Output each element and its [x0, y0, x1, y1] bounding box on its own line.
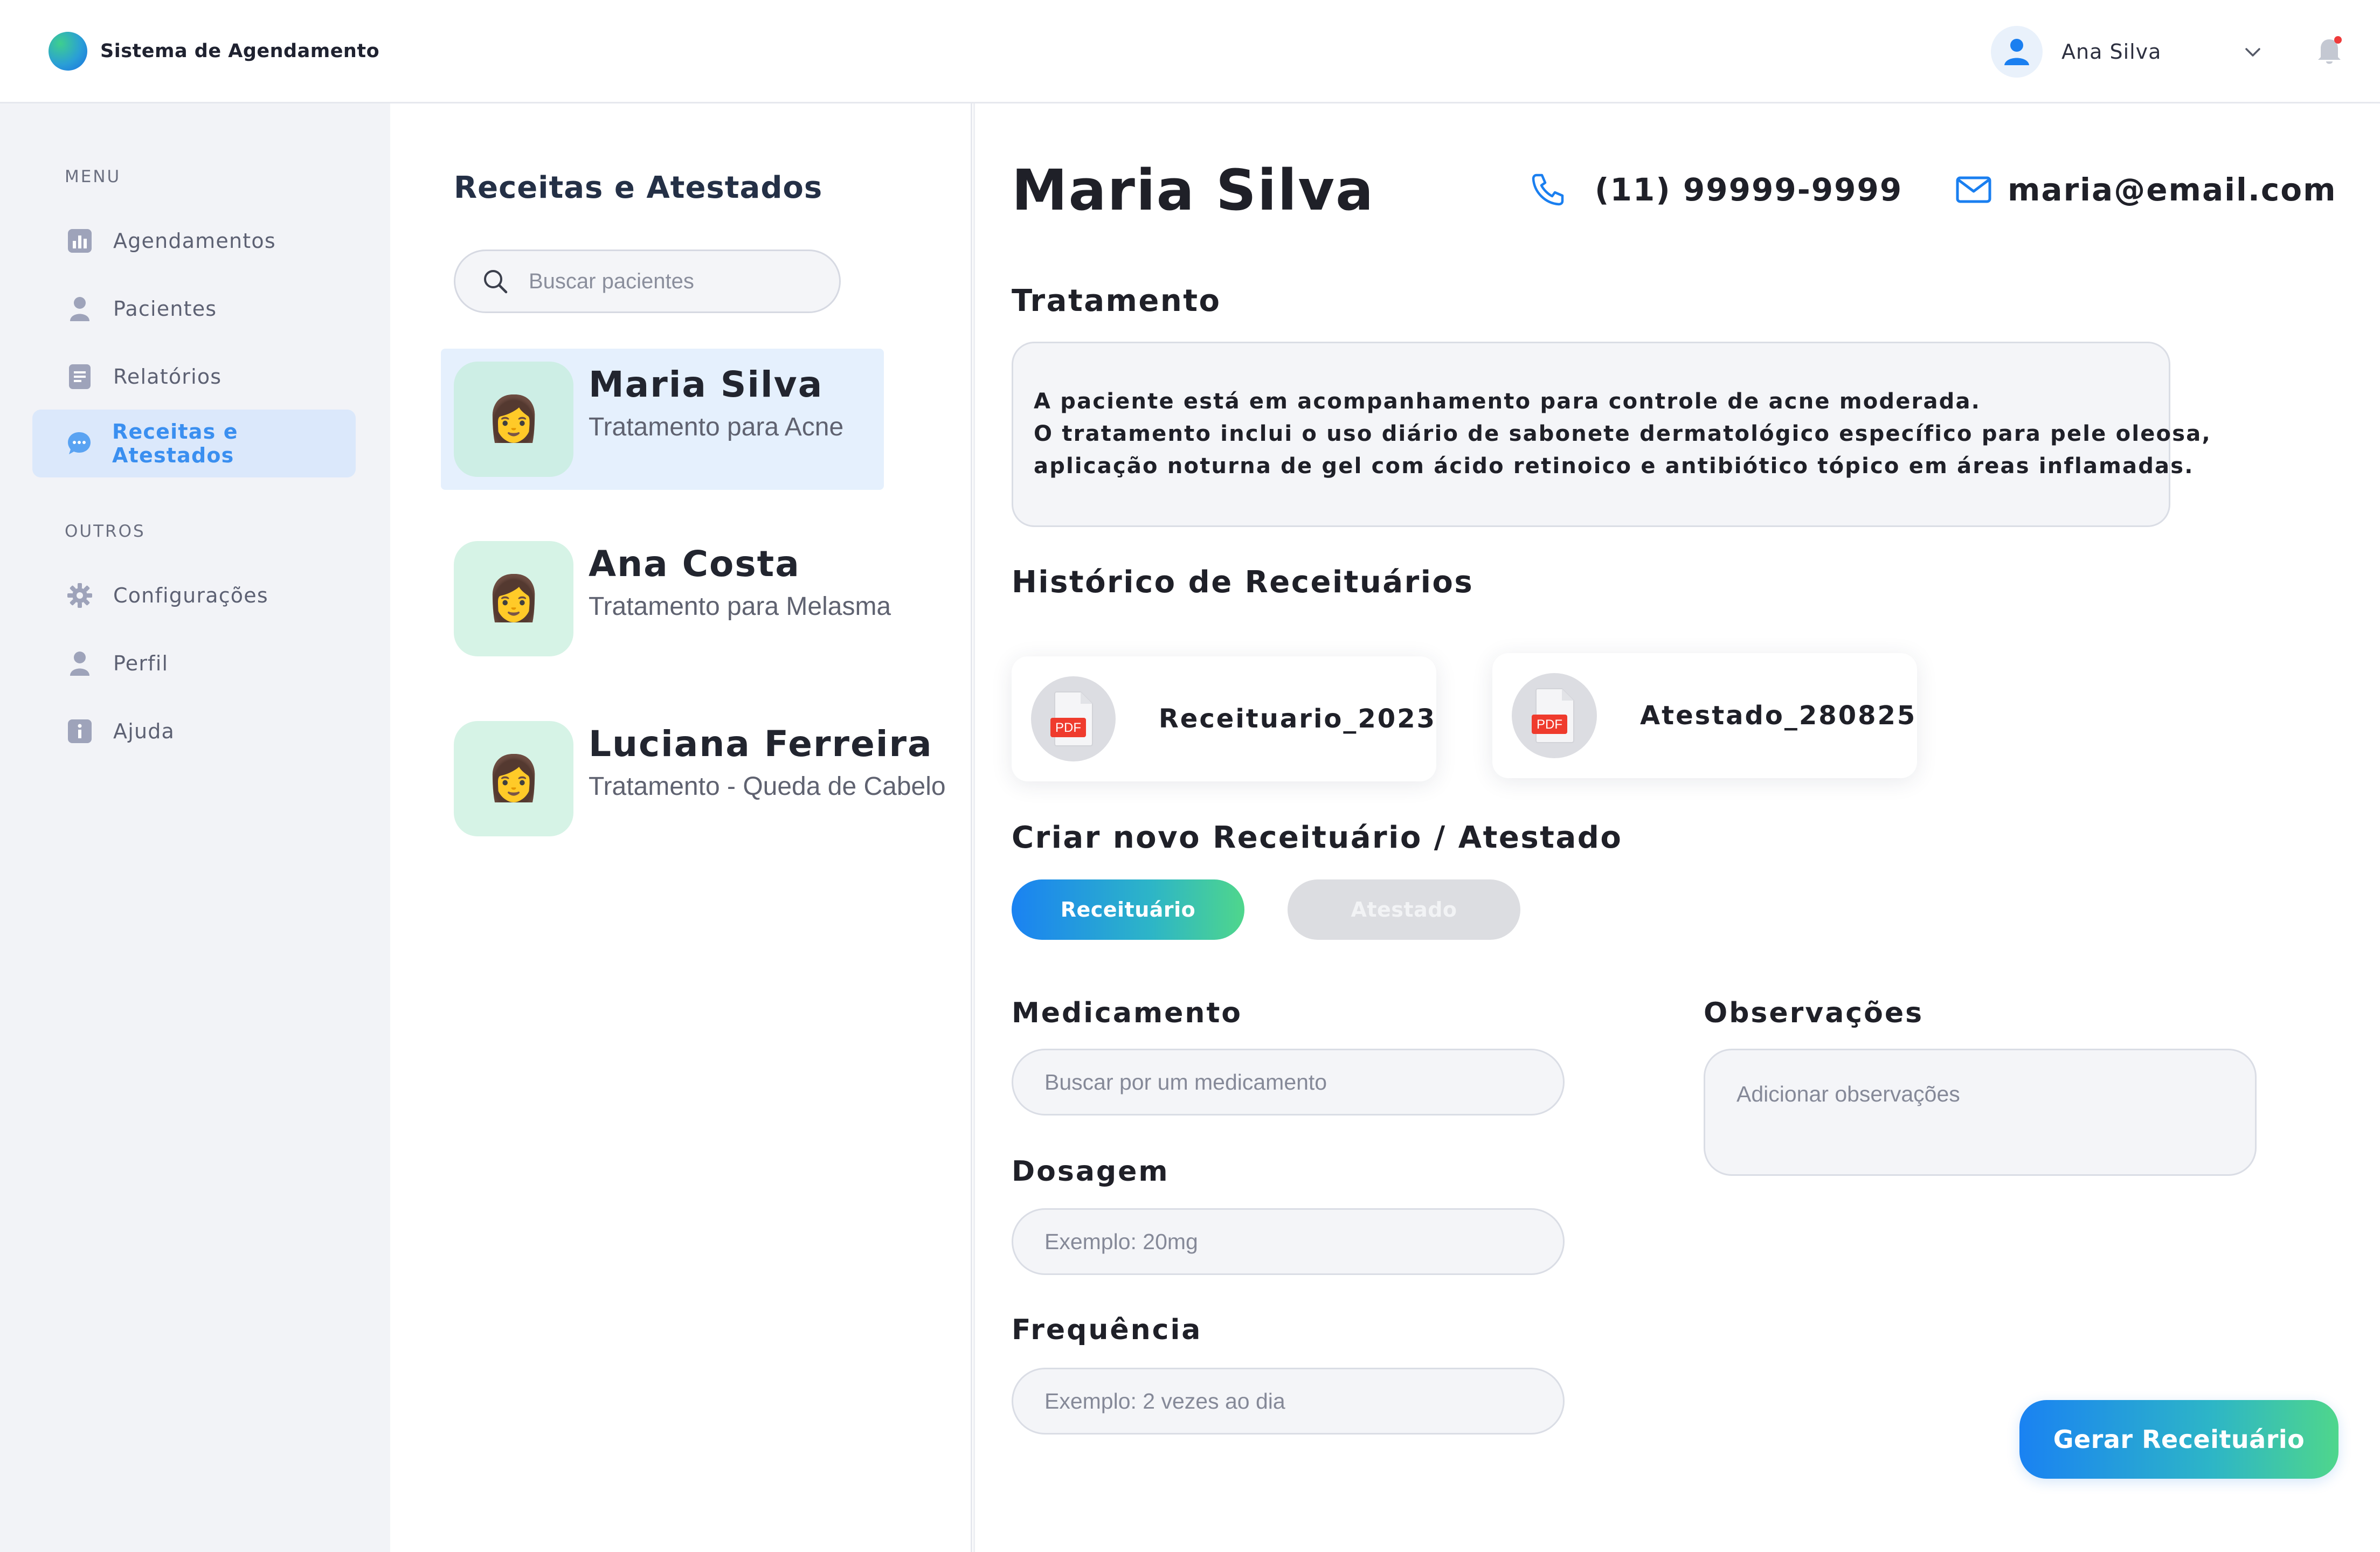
- generate-prescription-button[interactable]: Gerar Receituário: [2019, 1400, 2339, 1479]
- avatar: 👩: [454, 721, 573, 836]
- patient-name-heading: Maria Silva: [1012, 157, 1375, 223]
- avatar: 👩: [454, 541, 573, 656]
- sidebar-item-label: Perfil: [113, 652, 169, 675]
- observations-field[interactable]: [1704, 1049, 2257, 1176]
- user-menu[interactable]: [1991, 25, 2043, 79]
- chevron-down-icon[interactable]: [2242, 44, 2264, 60]
- panel-title: Receitas e Atestados: [454, 170, 823, 205]
- user-icon: [67, 650, 93, 676]
- brand: Sistema de Agendamento: [0, 0, 390, 103]
- info-icon: [67, 718, 93, 744]
- document-card-receituario[interactable]: PDF Receituario_2023: [1012, 656, 1436, 781]
- treatment-line: A paciente está em acompanhamento para c…: [1034, 389, 1981, 414]
- sidebar-item-label: Configurações: [113, 584, 268, 607]
- sidebar-item-label: Receitas e Atestados: [112, 420, 238, 467]
- dosage-input[interactable]: [1044, 1229, 1563, 1255]
- document-name: Receituario_2023: [1158, 704, 1436, 734]
- sidebar-item-relatorios[interactable]: Relatórios: [32, 343, 356, 411]
- patient-item-ana-costa[interactable]: 👩 Ana Costa Tratamento para Melasma: [441, 528, 891, 669]
- document-icon: [67, 364, 93, 390]
- pdf-file-icon: PDF: [1512, 673, 1597, 758]
- sidebar-item-label: Relatórios: [113, 365, 222, 389]
- patient-list-panel: Receitas e Atestados 👩 Maria Silva Trata…: [390, 103, 972, 1552]
- treatment-description: A paciente está em acompanhamento para c…: [1012, 342, 2211, 527]
- frequency-input[interactable]: [1044, 1388, 1563, 1414]
- pdf-file-icon: PDF: [1031, 676, 1116, 761]
- sidebar-item-label: Pacientes: [113, 297, 217, 321]
- others-section-label: OUTROS: [65, 522, 146, 541]
- treatment-line: aplicação noturna de gel com ácido retin…: [1034, 454, 2194, 479]
- brand-name: Sistema de Agendamento: [100, 40, 380, 62]
- document-card-atestado[interactable]: PDF Atestado_280825: [1492, 653, 1917, 778]
- pdf-badge-label: PDF: [1537, 717, 1562, 732]
- tab-atestado[interactable]: Atestado: [1288, 879, 1520, 940]
- frequency-label: Frequência: [1012, 1314, 1202, 1346]
- sidebar-item-configuracoes[interactable]: Configurações: [32, 562, 356, 629]
- mail-icon: [1956, 176, 1991, 203]
- patient-treatment: Tratamento - Queda de Cabelo: [589, 772, 946, 801]
- dosage-label: Dosagem: [1012, 1155, 1170, 1188]
- user-name[interactable]: Ana Silva: [2061, 40, 2161, 64]
- top-header: Sistema de Agendamento Ana Silva: [0, 0, 2380, 103]
- menu-section-label: MENU: [65, 167, 121, 186]
- search-input[interactable]: [529, 269, 809, 294]
- patient-name: Luciana Ferreira: [589, 723, 933, 765]
- patient-name: Ana Costa: [589, 543, 800, 585]
- email-address: maria@email.com: [2008, 171, 2337, 208]
- create-title: Criar novo Receituário / Atestado: [1012, 820, 1623, 855]
- gear-icon: [67, 583, 93, 608]
- medication-label: Medicamento: [1012, 997, 1243, 1029]
- patient-name: Maria Silva: [589, 364, 824, 405]
- medication-input[interactable]: [1044, 1069, 1563, 1095]
- chat-icon: [67, 431, 92, 456]
- chart-icon: [67, 228, 93, 254]
- patient-detail-panel: Maria Silva (11) 99999-9999 maria@email.…: [973, 103, 2380, 1552]
- sidebar-item-pacientes[interactable]: Pacientes: [32, 275, 356, 343]
- patient-item-maria-silva[interactable]: 👩 Maria Silva Tratamento para Acne: [441, 349, 884, 490]
- notification-bell-icon[interactable]: [2315, 34, 2343, 67]
- sidebar-item-receitas-e-atestados[interactable]: Receitas e Atestados: [32, 410, 356, 477]
- tab-receituario[interactable]: Receituário: [1012, 879, 1244, 940]
- user-icon: [67, 296, 93, 322]
- phone-icon: [1532, 174, 1564, 206]
- sidebar-item-perfil[interactable]: Perfil: [32, 629, 356, 697]
- history-title: Histórico de Receituários: [1012, 565, 1474, 600]
- document-name: Atestado_280825: [1640, 701, 1917, 731]
- avatar: 👩: [454, 362, 573, 477]
- search-icon: [484, 270, 508, 294]
- patient-search[interactable]: [454, 250, 841, 313]
- patient-treatment: Tratamento para Melasma: [589, 592, 891, 621]
- phone-number: (11) 99999-9999: [1595, 171, 1903, 208]
- observations-label: Observações: [1704, 997, 1924, 1029]
- sidebar: MENU Agendamentos Pacientes Relatórios R…: [0, 103, 390, 1552]
- sidebar-item-agendamentos[interactable]: Agendamentos: [32, 207, 356, 275]
- patient-treatment: Tratamento para Acne: [589, 413, 844, 441]
- brand-logo: [49, 31, 87, 71]
- user-avatar-icon[interactable]: [1991, 26, 2043, 78]
- patient-email[interactable]: maria@email.com: [1956, 171, 2337, 208]
- observations-input[interactable]: [1736, 1082, 2224, 1146]
- frequency-field[interactable]: [1012, 1368, 1565, 1435]
- treatment-title: Tratamento: [1012, 283, 1221, 318]
- sidebar-item-label: Ajuda: [113, 719, 175, 743]
- dosage-field[interactable]: [1012, 1208, 1565, 1275]
- sidebar-item-label: Agendamentos: [113, 229, 276, 253]
- patient-item-luciana-ferreira[interactable]: 👩 Luciana Ferreira Tratamento - Queda de…: [441, 708, 946, 849]
- treatment-line: O tratamento inclui o uso diário de sabo…: [1034, 421, 2211, 446]
- sidebar-item-ajuda[interactable]: Ajuda: [32, 697, 356, 765]
- pdf-badge-label: PDF: [1055, 720, 1081, 735]
- medication-field[interactable]: [1012, 1049, 1565, 1116]
- patient-phone[interactable]: (11) 99999-9999: [1530, 171, 1902, 208]
